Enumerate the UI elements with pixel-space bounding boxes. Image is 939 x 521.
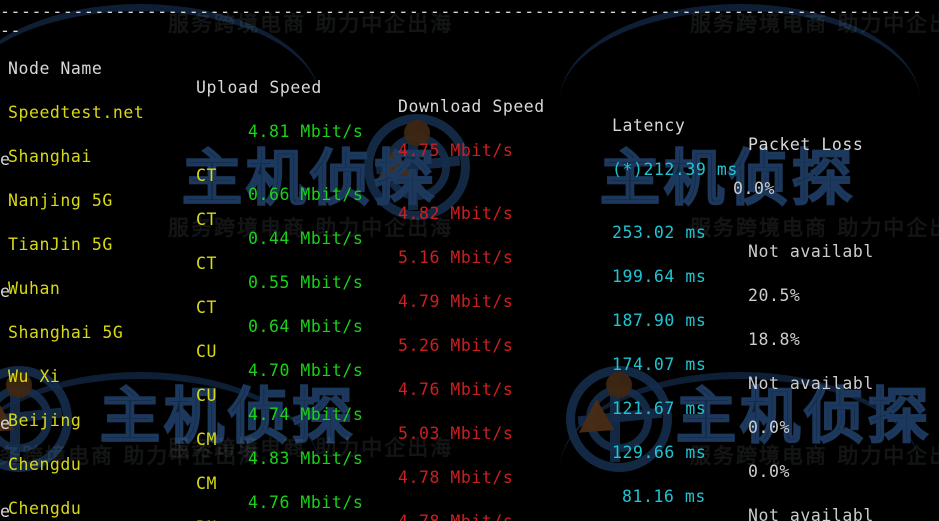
- column-header-upload-speed: Upload Speed: [196, 78, 322, 97]
- cell-packet-loss: 20.5%: [748, 286, 801, 305]
- cell-node-name: Speedtest.net: [8, 103, 145, 122]
- cell-isp: CM: [196, 474, 217, 493]
- cell-upload-speed: 0.64 Mbit/s: [248, 317, 364, 336]
- cell-isp: CU: [196, 342, 217, 361]
- cell-download-speed: 5.26 Mbit/s: [398, 336, 514, 355]
- cell-node-name: Chengdu: [8, 499, 82, 518]
- cell-latency: 199.64 ms: [612, 267, 707, 286]
- cell-isp: CT: [196, 298, 217, 317]
- cell-download-speed: 5.16 Mbit/s: [398, 248, 514, 267]
- cell-packet-loss: Not availabl: [748, 242, 874, 261]
- cell-latency: (*)212.39 ms: [612, 160, 738, 179]
- cell-latency: 174.07 ms: [612, 355, 707, 374]
- column-header-node-name: Node Name: [8, 59, 103, 78]
- column-header-download-speed: Download Speed: [398, 97, 545, 116]
- cell-node-name: Chengdu: [8, 455, 82, 474]
- cell-upload-speed: 0.44 Mbit/s: [248, 229, 364, 248]
- wrapped-overflow-char: e: [0, 414, 11, 433]
- divider-line-top: ----------------------------------------…: [0, 2, 923, 21]
- cell-node-name: Beijing: [8, 411, 82, 430]
- cell-isp: CT: [196, 166, 217, 185]
- cell-download-speed: 4.75 Mbit/s: [398, 141, 514, 160]
- terminal-window: 主机侦探 主机侦探 主机侦探 主机侦探 服务跨境电商 助力中企出海 服务跨境电商…: [0, 0, 939, 521]
- cell-upload-speed: 4.70 Mbit/s: [248, 361, 364, 380]
- cell-latency: 81.16 ms: [622, 487, 706, 506]
- cell-download-speed: 4.76 Mbit/s: [398, 380, 514, 399]
- column-header-packet-loss: Packet Loss: [748, 135, 864, 154]
- wrapped-overflow-char: e: [0, 150, 11, 169]
- cell-packet-loss: 0.0%: [733, 179, 775, 198]
- cell-isp: CT: [196, 210, 217, 229]
- cell-isp: CT: [196, 254, 217, 273]
- divider-line-top-wrap: --: [0, 21, 21, 40]
- cell-isp: CM: [196, 430, 217, 449]
- cell-packet-loss: Not availabl: [748, 374, 874, 393]
- cell-download-speed: 5.03 Mbit/s: [398, 424, 514, 443]
- cell-upload-speed: 4.81 Mbit/s: [248, 122, 364, 141]
- cell-latency: 187.90 ms: [612, 311, 707, 330]
- cell-packet-loss: Not availabl: [748, 506, 874, 521]
- cell-latency: 253.02 ms: [612, 223, 707, 242]
- cell-node-name: Nanjing 5G: [8, 191, 113, 210]
- cell-packet-loss: 0.0%: [748, 418, 790, 437]
- cell-node-name: Wu Xi: [8, 367, 61, 386]
- cell-upload-speed: 4.76 Mbit/s: [248, 493, 364, 512]
- cell-upload-speed: 4.83 Mbit/s: [248, 449, 364, 468]
- cell-packet-loss: 0.0%: [748, 462, 790, 481]
- cell-download-speed: 4.78 Mbit/s: [398, 468, 514, 487]
- cell-upload-speed: 0.55 Mbit/s: [248, 273, 364, 292]
- cell-node-name: TianJin 5G: [8, 235, 113, 254]
- wrapped-overflow-char: e: [0, 282, 11, 301]
- cell-upload-speed: 4.74 Mbit/s: [248, 405, 364, 424]
- cell-download-speed: 4.82 Mbit/s: [398, 204, 514, 223]
- cell-latency: 121.67 ms: [612, 399, 707, 418]
- cell-node-name: Shanghai: [8, 147, 92, 166]
- cell-download-speed: 4.79 Mbit/s: [398, 292, 514, 311]
- cell-node-name: Wuhan: [8, 279, 61, 298]
- cell-isp: CU: [196, 386, 217, 405]
- cell-download-speed: 4.78 Mbit/s: [398, 512, 513, 521]
- cell-node-name: Shanghai 5G: [8, 323, 124, 342]
- cell-latency: 129.66 ms: [612, 443, 707, 462]
- watermark-slogan: 服务跨境电商 助力中企出海: [690, 444, 939, 468]
- wrapped-overflow-char: e: [0, 502, 11, 521]
- cell-upload-speed: 0.66 Mbit/s: [248, 185, 364, 204]
- column-header-latency: Latency: [612, 116, 686, 135]
- cell-packet-loss: 18.8%: [748, 330, 801, 349]
- watermark-slogan: 服务跨境电商 助力中企出海: [690, 216, 939, 240]
